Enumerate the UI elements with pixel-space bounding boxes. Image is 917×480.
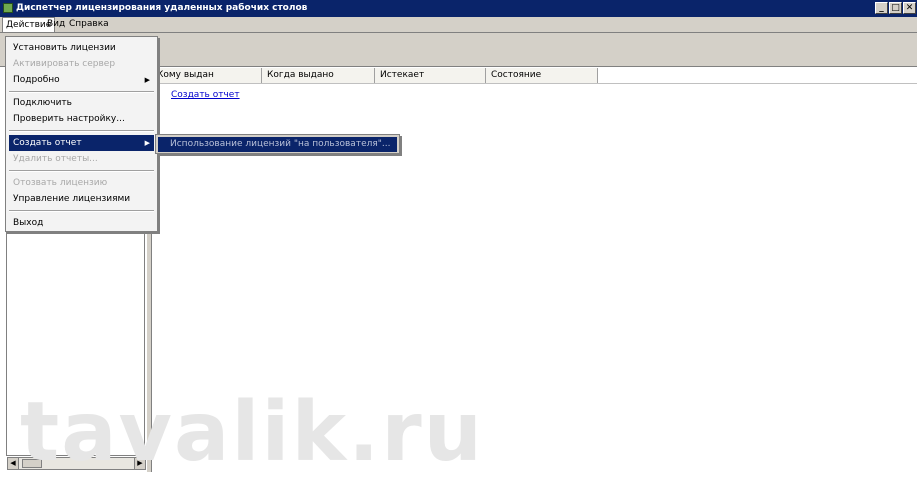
title-bar: Диспетчер лицензирования удаленных рабоч… <box>0 0 917 17</box>
menu-item-activate-server: Активировать сервер <box>13 59 116 69</box>
menu-item-create-report-label: Создать отчет <box>13 138 82 148</box>
action-menu: Установить лицензии Активировать сервер … <box>5 36 158 232</box>
menu-separator <box>9 170 154 172</box>
column-expires[interactable]: Истекает <box>375 68 486 83</box>
menu-item-review-configuration[interactable]: Проверить настройку... <box>9 111 154 127</box>
menu-item-exit[interactable]: Выход <box>9 215 154 231</box>
column-issued-when[interactable]: Когда выдано <box>262 68 375 83</box>
menu-item-details[interactable]: Подробно ▶ <box>9 72 154 88</box>
menu-separator <box>9 210 154 212</box>
menu-item-create-report[interactable]: Создать отчет ▶ <box>9 135 154 151</box>
menu-separator <box>9 91 154 93</box>
app-icon <box>3 3 13 13</box>
menu-item-connect[interactable]: Подключить <box>9 95 154 111</box>
scroll-left-icon[interactable]: ◀ <box>8 458 19 469</box>
watermark: tavalik.ru <box>20 385 485 480</box>
list-header: Кому выдан Когда выдано Истекает Состоян… <box>152 68 917 84</box>
minimize-button[interactable]: _ <box>875 2 888 14</box>
create-report-submenu: Использование лицензий "на пользователя"… <box>155 134 400 154</box>
close-button[interactable]: ✕ <box>903 2 916 14</box>
column-issued-to[interactable]: Кому выдан <box>152 68 262 83</box>
menu-item-manage-licenses[interactable]: Управление лицензиями <box>9 191 154 207</box>
menu-separator <box>9 130 154 132</box>
create-report-link[interactable]: Создать отчет <box>171 90 240 100</box>
submenu-arrow-icon: ▶ <box>144 139 150 147</box>
maximize-button[interactable]: □ <box>889 2 902 14</box>
column-status[interactable]: Состояние <box>486 68 598 83</box>
menu-item-install-licenses[interactable]: Установить лицензии <box>9 40 154 56</box>
menu-item-revoke-license: Отозвать лицензию <box>13 178 108 188</box>
submenu-arrow-icon: ▶ <box>144 76 150 84</box>
window-title: Диспетчер лицензирования удаленных рабоч… <box>16 3 308 13</box>
submenu-item-per-user-usage[interactable]: Использование лицензий "на пользователя"… <box>158 137 397 152</box>
menu-view[interactable]: Вид <box>44 19 68 29</box>
menu-item-details-label: Подробно <box>13 75 60 85</box>
menu-help[interactable]: Справка <box>66 19 112 29</box>
menu-bar: Действие Вид Справка <box>0 17 917 33</box>
menu-item-delete-reports: Удалить отчеты... <box>13 154 98 164</box>
